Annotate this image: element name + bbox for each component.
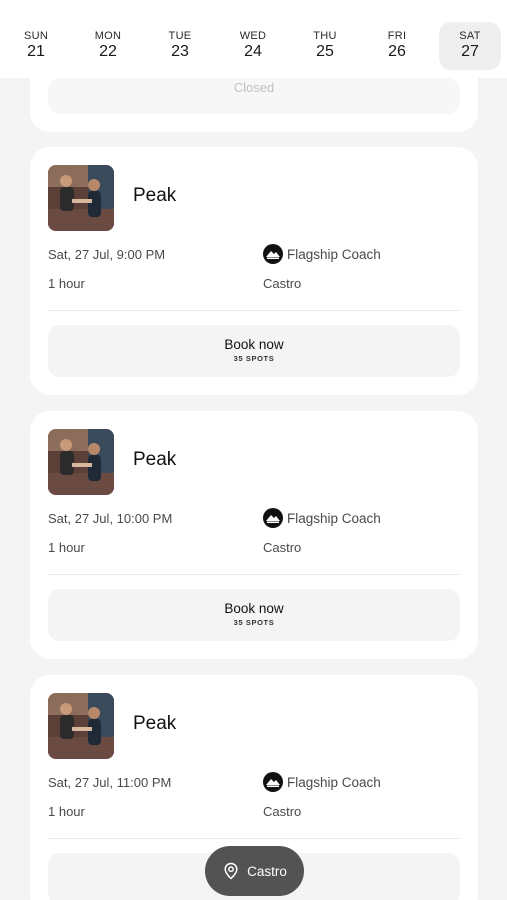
day-number: 26 — [388, 43, 406, 60]
day-tab-mon[interactable]: MON 22 — [77, 22, 139, 70]
book-now-label: Book now — [224, 601, 284, 616]
divider — [48, 574, 460, 575]
class-location: Castro — [263, 804, 302, 819]
day-number: 22 — [99, 43, 117, 60]
day-name: THU — [313, 30, 337, 42]
day-tab-thu[interactable]: THU 25 — [294, 22, 356, 70]
class-title: Peak — [133, 713, 177, 734]
day-tab-tue[interactable]: TUE 23 — [149, 22, 211, 70]
divider — [48, 310, 460, 311]
class-thumbnail — [48, 693, 114, 759]
day-number: 21 — [27, 43, 45, 60]
class-thumbnail — [48, 429, 114, 495]
class-duration: 1 hour — [48, 540, 85, 555]
day-name: FRI — [387, 30, 407, 42]
spots-remaining: 35 SPOTS — [233, 618, 275, 627]
coach-name: Flagship Coach — [287, 510, 381, 526]
location-label: Castro — [247, 863, 287, 879]
day-name: SAT — [459, 30, 481, 42]
class-card[interactable]: Peak Sat, 27 Jul, 9:00 PM 1 hour Flagshi… — [30, 147, 478, 395]
class-location: Castro — [263, 540, 302, 555]
closed-label: Closed — [233, 80, 275, 95]
book-now-label: Book now — [224, 337, 284, 352]
coach-logo-icon — [263, 772, 283, 792]
coach-name: Flagship Coach — [287, 246, 381, 262]
class-title: Peak — [133, 449, 177, 470]
day-name: MON — [94, 30, 122, 42]
location-filter-button[interactable]: Castro — [205, 846, 304, 896]
closed-button: Closed — [48, 78, 460, 114]
class-datetime: Sat, 27 Jul, 9:00 PM — [48, 247, 166, 262]
day-number: 25 — [316, 43, 334, 60]
class-thumbnail — [48, 165, 114, 231]
day-number: 27 — [461, 43, 479, 60]
class-datetime: Sat, 27 Jul, 11:00 PM — [48, 775, 172, 790]
day-tab-fri[interactable]: FRI 26 — [366, 22, 428, 70]
class-card[interactable]: Peak Sat, 27 Jul, 10:00 PM 1 hour Flagsh… — [30, 411, 478, 659]
day-name: SUN — [23, 30, 49, 42]
class-datetime: Sat, 27 Jul, 10:00 PM — [48, 511, 173, 526]
day-selector: SUN 21 MON 22 TUE 23 WED 24 THU 25 FRI 2… — [0, 0, 507, 78]
coach-logo-icon — [263, 244, 283, 264]
coach-info: Flagship Coach — [263, 508, 381, 528]
map-pin-icon — [222, 862, 240, 880]
coach-logo-icon — [263, 508, 283, 528]
book-now-button[interactable]: Book now 35 SPOTS — [48, 325, 460, 377]
class-location: Castro — [263, 276, 302, 291]
spots-remaining: 35 SPOTS — [233, 354, 275, 363]
day-tab-sat[interactable]: SAT 27 — [439, 22, 501, 70]
day-number: 23 — [171, 43, 189, 60]
day-name: WED — [239, 30, 267, 42]
class-duration: 1 hour — [48, 276, 85, 291]
class-title: Peak — [133, 185, 177, 206]
coach-info: Flagship Coach — [263, 244, 381, 264]
class-duration: 1 hour — [48, 804, 85, 819]
coach-name: Flagship Coach — [287, 774, 381, 790]
coach-info: Flagship Coach — [263, 772, 381, 792]
day-tab-sun[interactable]: SUN 21 — [5, 22, 67, 70]
divider — [48, 838, 460, 839]
day-tab-wed[interactable]: WED 24 — [222, 22, 284, 70]
day-name: TUE — [168, 30, 192, 42]
book-now-button[interactable]: Book now 35 SPOTS — [48, 589, 460, 641]
day-number: 24 — [244, 43, 262, 60]
